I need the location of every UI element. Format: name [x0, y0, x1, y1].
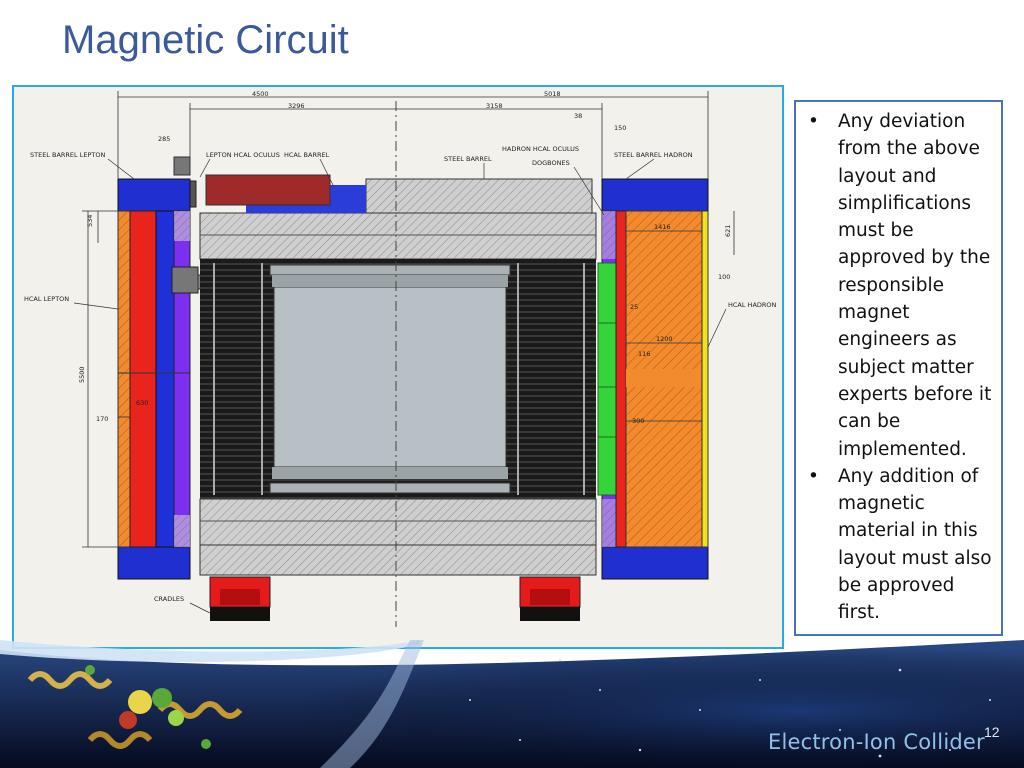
magnet-cross-section-drawing: 4500 3296 5018 3158 38 150 285 534 5500 … [24, 90, 777, 627]
dimension-4500: 4500 [252, 90, 269, 98]
dimension-285: 285 [158, 135, 170, 143]
dimension-630: 630 [136, 399, 148, 407]
page-number: 12 [984, 724, 1000, 740]
notes-text-box: • Any deviation from the above layout and… [794, 100, 1003, 636]
label-hcal-barrel: HCAL BARREL [284, 151, 330, 159]
dimension-621: 621 [724, 225, 732, 237]
bullet-text: Any addition of magnetic material in thi… [838, 465, 992, 624]
label-hcal-lepton: HCAL LEPTON [24, 295, 69, 303]
dimension-116: 116 [638, 350, 650, 358]
label-hcal-hadron: HCAL HADRON [728, 301, 777, 309]
notes-bullet-list: • Any deviation from the above layout and… [804, 108, 997, 627]
magnet-drawing-figure: 4500 3296 5018 3158 38 150 285 534 5500 … [12, 85, 784, 649]
bullet-icon: • [808, 111, 819, 132]
label-hadron-hcal-oculus: HADRON HCAL OCULUS [502, 145, 579, 153]
label-dogbones: DOGBONES [532, 159, 570, 167]
dimension-100: 100 [718, 273, 730, 281]
label-lepton-hcal-oculus: LEPTON HCAL OCULUS [206, 151, 280, 159]
label-cradles: CRADLES [154, 595, 184, 603]
brand-logo-text: Electron-Ion Collider [768, 730, 985, 754]
dimension-3158: 3158 [486, 102, 503, 110]
label-steel-barrel-hadron: STEEL BARREL HADRON [614, 151, 693, 159]
dimension-5018: 5018 [544, 90, 561, 98]
list-item: • Any deviation from the above layout and… [804, 108, 997, 463]
dimension-534: 534 [86, 215, 94, 227]
dimension-3296: 3296 [288, 102, 305, 110]
label-steel-barrel-lepton: STEEL BARREL LEPTON [30, 151, 105, 159]
bullet-icon: • [808, 465, 819, 487]
list-item: • Any addition of magnetic material in th… [804, 463, 997, 627]
dimension-38: 38 [574, 112, 582, 120]
dimension-25: 25 [630, 303, 638, 311]
dimension-150: 150 [614, 124, 626, 132]
slide-title: Magnetic Circuit [62, 18, 349, 62]
dimension-300: 300 [632, 417, 644, 425]
dimension-1416: 1416 [654, 223, 671, 231]
dimension-5500: 5500 [78, 366, 86, 383]
label-steel-barrel: STEEL BARREL [444, 155, 492, 163]
dimension-1200: 1200 [656, 335, 673, 343]
bullet-text: Any deviation from the above layout and … [838, 111, 992, 460]
dimension-170: 170 [96, 415, 108, 423]
